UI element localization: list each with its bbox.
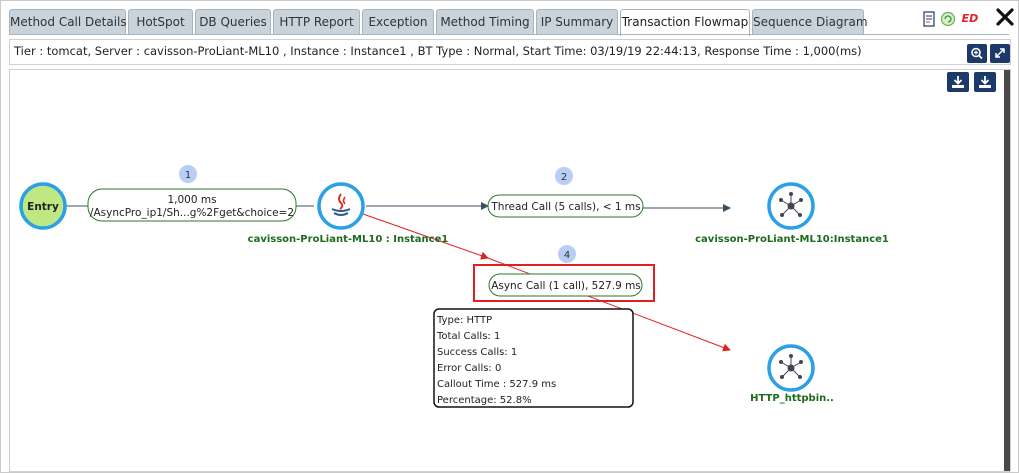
tooltip-success-calls: Success Calls: 1 — [437, 347, 517, 358]
edge-badge-1: 1 — [179, 165, 197, 183]
async-call-text: Async Call (1 call), 527.9 ms — [491, 280, 641, 292]
transaction-info-text: Tier : tomcat, Server : cavisson-ProLian… — [14, 44, 862, 58]
vertical-scrollbar[interactable] — [1004, 70, 1010, 471]
edge-badge-1-text: 1 — [185, 170, 191, 181]
java-instance-label: cavisson-ProLiant-ML10 : Instance1 — [248, 234, 449, 245]
java-instance-node[interactable] — [317, 182, 365, 230]
tab-sequence-diagram[interactable]: Sequence Diagram — [752, 9, 868, 34]
tooltip-error-calls: Error Calls: 0 — [437, 363, 501, 374]
entry-call-time: 1,000 ms — [167, 194, 216, 206]
callout-tooltip: Type: HTTP Total Calls: 1 Success Calls:… — [433, 308, 634, 408]
tab-method-timing[interactable]: Method Timing — [436, 9, 534, 34]
entry-call-url: /AsyncPro_ip1/Sh...g%2Fget&choice=2 — [90, 207, 294, 219]
tab-method-call-details[interactable]: Method Call Details — [9, 9, 127, 34]
thread-call-label[interactable]: Thread Call (5 calls), < 1 ms — [487, 194, 644, 218]
tab-transaction-flowmap[interactable]: Transaction Flowmap — [620, 9, 750, 36]
zoom-icon[interactable] — [967, 44, 987, 63]
tab-http-report[interactable]: HTTP Report — [273, 9, 360, 34]
tooltip-percentage: Percentage: 52.8% — [437, 395, 532, 406]
tab-hotspot[interactable]: HotSpot — [128, 9, 193, 34]
entry-node-label: Entry — [27, 201, 59, 213]
pdf-icon[interactable] — [921, 11, 937, 27]
ed-icon[interactable]: ED — [961, 11, 979, 27]
tab-exception[interactable]: Exception — [362, 9, 434, 34]
tab-db-queries[interactable]: DB Queries — [195, 9, 271, 34]
thread-call-text: Thread Call (5 calls), < 1 ms — [490, 201, 640, 213]
tooltip-callout-time: Callout Time : 527.9 ms — [437, 379, 556, 390]
refresh-icon[interactable] — [940, 11, 956, 27]
async-call-label[interactable]: Async Call (1 call), 527.9 ms — [488, 273, 643, 297]
http-node[interactable] — [767, 344, 815, 392]
entry-node[interactable]: Entry — [19, 182, 67, 230]
thread-target-label: cavisson-ProLiant-ML10:Instance1 — [695, 234, 889, 245]
transaction-details-panel: Method Call Details HotSpot DB Queries H… — [0, 0, 1019, 473]
edge-badge-4: 4 — [558, 245, 576, 263]
http-node-label: HTTP_httpbin.. — [750, 393, 834, 404]
close-icon[interactable] — [995, 7, 1015, 27]
entry-call-label[interactable]: 1,000 ms /AsyncPro_ip1/Sh...g%2Fget&choi… — [87, 188, 297, 222]
tooltip-type: Type: HTTP — [436, 315, 492, 326]
edge-badge-2: 2 — [555, 167, 573, 185]
flowmap-canvas: 1 2 4 Entry 1,000 ms /AsyncPro_ip1/Sh...… — [9, 69, 1011, 472]
transaction-info-bar: Tier : tomcat, Server : cavisson-ProLian… — [9, 39, 1011, 65]
flowmap-graph: 1 2 4 Entry 1,000 ms /AsyncPro_ip1/Sh...… — [19, 165, 889, 408]
edge-badge-2-text: 2 — [561, 172, 567, 183]
tab-ip-summary[interactable]: IP Summary — [536, 9, 618, 34]
tooltip-total-calls: Total Calls: 1 — [436, 331, 500, 342]
edge-badge-4-text: 4 — [564, 250, 570, 261]
tab-bar: Method Call Details HotSpot DB Queries H… — [1, 1, 1018, 37]
tab-divider — [9, 34, 1009, 35]
thread-target-node[interactable] — [767, 182, 815, 230]
fit-to-screen-icon[interactable] — [990, 44, 1010, 63]
